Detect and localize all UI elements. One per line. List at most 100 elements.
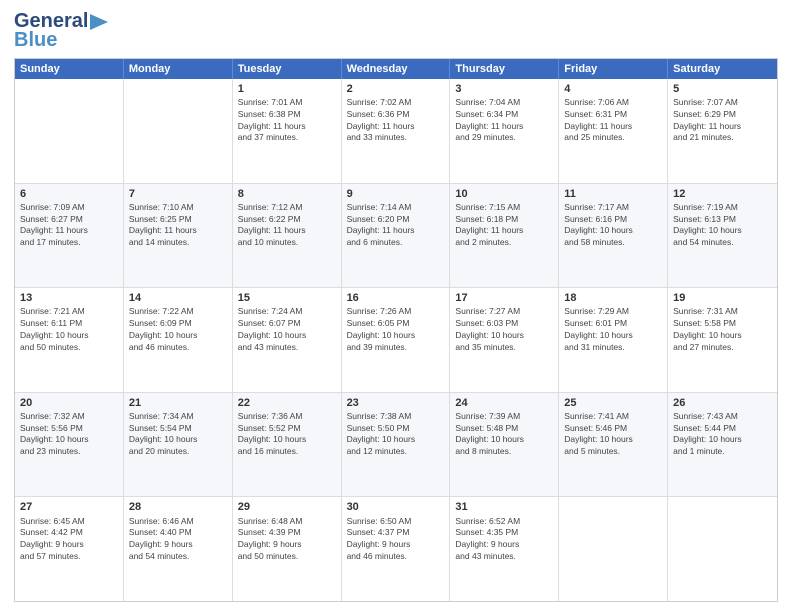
- day-number: 2: [347, 82, 445, 96]
- day-info: Sunrise: 7:29 AM Sunset: 6:01 PM Dayligh…: [564, 306, 633, 351]
- calendar-cell-4-4: 23Sunrise: 7:38 AM Sunset: 5:50 PM Dayli…: [342, 393, 451, 497]
- day-info: Sunrise: 7:02 AM Sunset: 6:36 PM Dayligh…: [347, 97, 415, 142]
- header-day-saturday: Saturday: [668, 59, 777, 79]
- header-day-monday: Monday: [124, 59, 233, 79]
- day-number: 16: [347, 291, 445, 305]
- calendar-cell-3-3: 15Sunrise: 7:24 AM Sunset: 6:07 PM Dayli…: [233, 288, 342, 392]
- calendar-cell-2-5: 10Sunrise: 7:15 AM Sunset: 6:18 PM Dayli…: [450, 184, 559, 288]
- calendar-body: 1Sunrise: 7:01 AM Sunset: 6:38 PM Daylig…: [15, 79, 777, 601]
- day-number: 3: [455, 82, 553, 96]
- calendar-week-1: 1Sunrise: 7:01 AM Sunset: 6:38 PM Daylig…: [15, 79, 777, 184]
- day-info: Sunrise: 7:41 AM Sunset: 5:46 PM Dayligh…: [564, 411, 633, 456]
- day-info: Sunrise: 7:24 AM Sunset: 6:07 PM Dayligh…: [238, 306, 307, 351]
- calendar-cell-1-2: [124, 79, 233, 183]
- calendar-cell-3-2: 14Sunrise: 7:22 AM Sunset: 6:09 PM Dayli…: [124, 288, 233, 392]
- day-number: 1: [238, 82, 336, 96]
- calendar-cell-2-6: 11Sunrise: 7:17 AM Sunset: 6:16 PM Dayli…: [559, 184, 668, 288]
- header-day-sunday: Sunday: [15, 59, 124, 79]
- day-info: Sunrise: 7:09 AM Sunset: 6:27 PM Dayligh…: [20, 202, 88, 247]
- day-info: Sunrise: 6:52 AM Sunset: 4:35 PM Dayligh…: [455, 516, 520, 561]
- day-number: 22: [238, 396, 336, 410]
- day-number: 20: [20, 396, 118, 410]
- day-info: Sunrise: 7:26 AM Sunset: 6:05 PM Dayligh…: [347, 306, 416, 351]
- day-info: Sunrise: 7:17 AM Sunset: 6:16 PM Dayligh…: [564, 202, 633, 247]
- day-number: 13: [20, 291, 118, 305]
- calendar-cell-5-4: 30 Sunrise: 6:50 AM Sunset: 4:37 PM Dayli…: [342, 497, 451, 601]
- day-info: Sunrise: 7:04 AM Sunset: 6:34 PM Dayligh…: [455, 97, 523, 142]
- calendar-cell-4-2: 21Sunrise: 7:34 AM Sunset: 5:54 PM Dayli…: [124, 393, 233, 497]
- day-info: Sunrise: 6:50 AM Sunset: 4:37 PM Dayligh…: [347, 516, 412, 561]
- day-info: Sunrise: 7:34 AM Sunset: 5:54 PM Dayligh…: [129, 411, 198, 456]
- day-number: 27: [20, 500, 118, 514]
- calendar-cell-2-3: 8Sunrise: 7:12 AM Sunset: 6:22 PM Daylig…: [233, 184, 342, 288]
- calendar-page: General Blue SundayMondayTuesdayWednesda…: [0, 0, 792, 612]
- day-number: 10: [455, 187, 553, 201]
- day-number: 9: [347, 187, 445, 201]
- calendar-cell-4-7: 26Sunrise: 7:43 AM Sunset: 5:44 PM Dayli…: [668, 393, 777, 497]
- day-number: 31: [455, 500, 553, 514]
- calendar-cell-4-3: 22Sunrise: 7:36 AM Sunset: 5:52 PM Dayli…: [233, 393, 342, 497]
- calendar-header: SundayMondayTuesdayWednesdayThursdayFrid…: [15, 59, 777, 79]
- day-number: 12: [673, 187, 772, 201]
- day-number: 25: [564, 396, 662, 410]
- day-info: Sunrise: 7:32 AM Sunset: 5:56 PM Dayligh…: [20, 411, 89, 456]
- day-info: Sunrise: 7:01 AM Sunset: 6:38 PM Dayligh…: [238, 97, 306, 142]
- day-info: Sunrise: 6:45 AM Sunset: 4:42 PM Dayligh…: [20, 516, 85, 561]
- day-info: Sunrise: 7:31 AM Sunset: 5:58 PM Dayligh…: [673, 306, 742, 351]
- day-number: 30: [347, 500, 445, 514]
- day-info: Sunrise: 6:46 AM Sunset: 4:40 PM Dayligh…: [129, 516, 194, 561]
- day-info: Sunrise: 7:12 AM Sunset: 6:22 PM Dayligh…: [238, 202, 306, 247]
- calendar-week-2: 6Sunrise: 7:09 AM Sunset: 6:27 PM Daylig…: [15, 184, 777, 289]
- calendar-cell-3-5: 17Sunrise: 7:27 AM Sunset: 6:03 PM Dayli…: [450, 288, 559, 392]
- calendar-cell-4-1: 20Sunrise: 7:32 AM Sunset: 5:56 PM Dayli…: [15, 393, 124, 497]
- day-number: 14: [129, 291, 227, 305]
- calendar-cell-5-7: [668, 497, 777, 601]
- calendar-cell-2-1: 6Sunrise: 7:09 AM Sunset: 6:27 PM Daylig…: [15, 184, 124, 288]
- calendar-week-4: 20Sunrise: 7:32 AM Sunset: 5:56 PM Dayli…: [15, 393, 777, 498]
- calendar-cell-2-4: 9Sunrise: 7:14 AM Sunset: 6:20 PM Daylig…: [342, 184, 451, 288]
- day-number: 24: [455, 396, 553, 410]
- day-info: Sunrise: 7:14 AM Sunset: 6:20 PM Dayligh…: [347, 202, 415, 247]
- calendar-cell-3-7: 19Sunrise: 7:31 AM Sunset: 5:58 PM Dayli…: [668, 288, 777, 392]
- logo: General Blue: [14, 10, 110, 52]
- logo-blue: Blue: [14, 29, 57, 52]
- calendar-cell-1-6: 4Sunrise: 7:06 AM Sunset: 6:31 PM Daylig…: [559, 79, 668, 183]
- day-number: 6: [20, 187, 118, 201]
- calendar-cell-3-1: 13Sunrise: 7:21 AM Sunset: 6:11 PM Dayli…: [15, 288, 124, 392]
- day-number: 28: [129, 500, 227, 514]
- day-info: Sunrise: 7:22 AM Sunset: 6:09 PM Dayligh…: [129, 306, 198, 351]
- header-day-thursday: Thursday: [450, 59, 559, 79]
- day-number: 5: [673, 82, 772, 96]
- calendar-cell-2-7: 12Sunrise: 7:19 AM Sunset: 6:13 PM Dayli…: [668, 184, 777, 288]
- day-number: 7: [129, 187, 227, 201]
- calendar-cell-4-5: 24Sunrise: 7:39 AM Sunset: 5:48 PM Dayli…: [450, 393, 559, 497]
- calendar-cell-4-6: 25Sunrise: 7:41 AM Sunset: 5:46 PM Dayli…: [559, 393, 668, 497]
- calendar-week-3: 13Sunrise: 7:21 AM Sunset: 6:11 PM Dayli…: [15, 288, 777, 393]
- day-info: Sunrise: 7:07 AM Sunset: 6:29 PM Dayligh…: [673, 97, 741, 142]
- calendar-cell-5-5: 31 Sunrise: 6:52 AM Sunset: 4:35 PM Dayli…: [450, 497, 559, 601]
- logo-arrow-icon: [88, 12, 110, 32]
- calendar-cell-3-6: 18Sunrise: 7:29 AM Sunset: 6:01 PM Dayli…: [559, 288, 668, 392]
- calendar-cell-5-3: 29 Sunrise: 6:48 AM Sunset: 4:39 PM Dayli…: [233, 497, 342, 601]
- day-number: 15: [238, 291, 336, 305]
- header: General Blue: [14, 10, 778, 52]
- day-number: 29: [238, 500, 336, 514]
- calendar-cell-1-3: 1Sunrise: 7:01 AM Sunset: 6:38 PM Daylig…: [233, 79, 342, 183]
- day-info: Sunrise: 7:36 AM Sunset: 5:52 PM Dayligh…: [238, 411, 307, 456]
- calendar-cell-5-6: [559, 497, 668, 601]
- header-day-tuesday: Tuesday: [233, 59, 342, 79]
- day-info: Sunrise: 7:06 AM Sunset: 6:31 PM Dayligh…: [564, 97, 632, 142]
- header-day-wednesday: Wednesday: [342, 59, 451, 79]
- day-number: 26: [673, 396, 772, 410]
- day-info: Sunrise: 7:19 AM Sunset: 6:13 PM Dayligh…: [673, 202, 742, 247]
- calendar-cell-1-4: 2Sunrise: 7:02 AM Sunset: 6:36 PM Daylig…: [342, 79, 451, 183]
- day-info: Sunrise: 7:15 AM Sunset: 6:18 PM Dayligh…: [455, 202, 523, 247]
- day-number: 11: [564, 187, 662, 201]
- day-info: Sunrise: 7:21 AM Sunset: 6:11 PM Dayligh…: [20, 306, 89, 351]
- day-info: Sunrise: 7:10 AM Sunset: 6:25 PM Dayligh…: [129, 202, 197, 247]
- calendar-week-5: 27 Sunrise: 6:45 AM Sunset: 4:42 PM Dayli…: [15, 497, 777, 601]
- day-number: 19: [673, 291, 772, 305]
- day-info: Sunrise: 7:43 AM Sunset: 5:44 PM Dayligh…: [673, 411, 742, 456]
- calendar-cell-5-1: 27 Sunrise: 6:45 AM Sunset: 4:42 PM Dayli…: [15, 497, 124, 601]
- day-info: Sunrise: 6:48 AM Sunset: 4:39 PM Dayligh…: [238, 516, 303, 561]
